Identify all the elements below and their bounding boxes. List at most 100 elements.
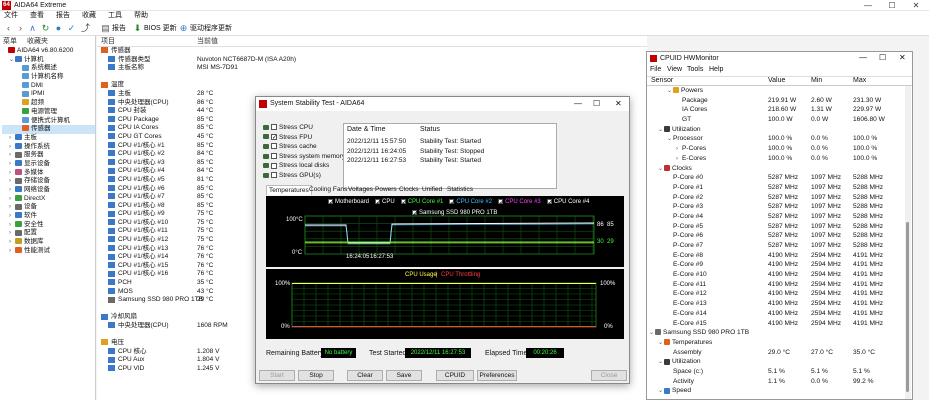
tree-item[interactable]: › 操作系统	[2, 143, 95, 152]
hwm-close-button[interactable]: ✕	[899, 53, 906, 62]
stress-option[interactable]: Stress system memory	[263, 152, 347, 162]
clear-button[interactable]: Clear	[347, 370, 383, 381]
tree-item[interactable]: › 性能测试	[2, 247, 95, 256]
legend-checkbox[interactable]	[375, 199, 381, 204]
stress-option[interactable]: Stress CPU	[263, 123, 347, 133]
hwm-minimize-button[interactable]: —	[859, 53, 867, 62]
menu-favorites[interactable]: 收藏	[82, 11, 96, 21]
report-icon[interactable]: ▤	[100, 23, 111, 34]
tab-powers[interactable]: Powers	[375, 185, 397, 195]
menu-tools[interactable]: 工具	[108, 11, 122, 21]
legend-checkbox[interactable]	[400, 199, 406, 204]
refresh-icon[interactable]: ↻	[40, 23, 51, 34]
tree-item[interactable]: 超频	[2, 99, 95, 108]
hwm-sensor-row[interactable]: E-Core #12 4190 MHz 2594 MHz 4191 MHz	[649, 289, 904, 299]
report-button[interactable]: 报告	[112, 23, 126, 34]
up-icon[interactable]: ∧	[27, 23, 38, 34]
legend-checkbox[interactable]	[449, 199, 455, 204]
chart-icon[interactable]: ✓	[66, 23, 77, 34]
hwm-sensor-row[interactable]: P-Core #0 5287 MHz 1097 MHz 5288 MHz	[649, 173, 904, 183]
hwm-sensor-row[interactable]: P-Core #2 5287 MHz 1097 MHz 5288 MHz	[649, 193, 904, 203]
close-button[interactable]: ✕	[904, 0, 928, 11]
ssd-legend-checkbox[interactable]	[412, 210, 417, 215]
tree-item[interactable]: DMI	[2, 82, 95, 91]
hwm-sensor-row[interactable]: ⌄ Clocks	[649, 164, 904, 174]
stress-option[interactable]: Stress cache	[263, 142, 347, 152]
hwm-col-value[interactable]: Value	[768, 77, 785, 84]
legend-entry[interactable]: CPU Core #2	[449, 199, 492, 205]
hwm-sensor-row[interactable]: E-Core #11 4190 MHz 2594 MHz 4191 MHz	[649, 280, 904, 290]
tree-item[interactable]: › 数据库	[2, 238, 95, 247]
stress-checkbox[interactable]	[271, 162, 277, 169]
tree-item[interactable]: 计算机名称	[2, 73, 95, 82]
tree-item[interactable]: › 服务器	[2, 151, 95, 160]
driver-update-button[interactable]: 驱动程序更新	[190, 23, 232, 34]
stress-option[interactable]: Stress local disks	[263, 161, 347, 171]
tree-item[interactable]: 电源管理	[2, 108, 95, 117]
hwm-sensor-row[interactable]: E-Core #13 4190 MHz 2594 MHz 4191 MHz	[649, 299, 904, 309]
sensor-group[interactable]: 温度	[101, 81, 641, 90]
hwm-sensor-row[interactable]: ⌄ Utilization	[649, 357, 904, 367]
tree-item[interactable]: › 存储设备	[2, 177, 95, 186]
stress-checkbox[interactable]	[271, 143, 277, 150]
tree-item[interactable]: 系统概述	[2, 64, 95, 73]
hwm-sensor-row[interactable]: ⌄ Samsung SSD 980 PRO 1TB	[649, 328, 904, 338]
tab-statistics[interactable]: Statistics	[447, 185, 473, 195]
column-header-value[interactable]: 当前值	[197, 37, 218, 46]
sensor-group[interactable]: 传感器	[101, 47, 641, 56]
cpuid-button[interactable]: CPUID	[436, 370, 474, 381]
log-row[interactable]: 2022/12/11 16:24:05 Stability Test: Stopp…	[347, 147, 555, 157]
bios-download-icon[interactable]: ⬇	[132, 23, 143, 34]
tab-temperatures[interactable]: Temperatures	[266, 185, 312, 195]
hwm-sensor-row[interactable]: IA Cores 218.60 W 1.31 W 229.97 W	[649, 105, 904, 115]
stress-checkbox[interactable]	[271, 124, 277, 131]
hwm-col-min[interactable]: Min	[811, 77, 822, 84]
log-header-status[interactable]: Status	[420, 126, 440, 133]
stress-checkbox[interactable]	[271, 153, 277, 160]
tree-item[interactable]: › 主板	[2, 134, 95, 143]
menu-view[interactable]: 查看	[30, 11, 44, 21]
hwm-sensor-row[interactable]: Space (c:) 5.1 % 5.1 % 5.1 %	[649, 367, 904, 377]
legend-entry[interactable]: Motherboard	[328, 199, 369, 205]
start-button[interactable]: Start	[259, 370, 295, 381]
legend-entry[interactable]: CPU	[375, 199, 395, 205]
tab-clocks[interactable]: Clocks	[399, 185, 419, 195]
bios-update-button[interactable]: BIOS 更新	[144, 23, 177, 34]
tree-item[interactable]: › DirectX	[2, 195, 95, 204]
minimize-button[interactable]: —	[856, 0, 880, 11]
hwm-sensor-row[interactable]: ⌄ Powers	[649, 86, 904, 96]
hwm-col-max[interactable]: Max	[853, 77, 866, 84]
hwm-sensor-row[interactable]: E-Core #14 4190 MHz 2594 MHz 4191 MHz	[649, 309, 904, 319]
sst-minimize-button[interactable]: —	[574, 99, 582, 108]
hwm-sensor-row[interactable]: Activity 1.1 % 0.0 % 99.2 %	[649, 377, 904, 387]
hwm-menu-help[interactable]: Help	[709, 66, 723, 73]
legend-entry[interactable]: CPU Core #4	[546, 199, 589, 205]
stress-option[interactable]: Stress GPU(s)	[263, 171, 347, 181]
preferences-button[interactable]: Preferences	[477, 370, 517, 381]
tab-unified[interactable]: Unified	[422, 185, 442, 195]
log-row[interactable]: 2022/12/11 16:27:53 Stability Test: Start…	[347, 156, 555, 166]
log-header-date[interactable]: Date & Time	[347, 126, 386, 133]
hwm-maximize-button[interactable]: ☐	[879, 53, 886, 62]
hwm-sensor-row[interactable]: › E-Cores 100.0 % 0.0 % 100.0 %	[649, 154, 904, 164]
tree-item[interactable]: › 配置	[2, 229, 95, 238]
legend-entry[interactable]: CPU Core #1	[400, 199, 443, 205]
tree-item[interactable]: › 软件	[2, 212, 95, 221]
close-dialog-button[interactable]: Close	[591, 370, 627, 381]
hwm-menu-tools[interactable]: Tools	[687, 66, 703, 73]
tree-item[interactable]: › 设备	[2, 203, 95, 212]
hwm-sensor-row[interactable]: P-Core #1 5287 MHz 1097 MHz 5288 MHz	[649, 183, 904, 193]
tree-item[interactable]: 便携式计算机	[2, 117, 95, 126]
hwm-sensor-row[interactable]: ⌄ Utilization	[649, 125, 904, 135]
save-button[interactable]: Save	[386, 370, 422, 381]
hwm-sensor-row[interactable]: E-Core #15 4190 MHz 2594 MHz 4191 MHz	[649, 319, 904, 329]
hwm-sensor-row[interactable]: Package 219.91 W 2.60 W 231.30 W	[649, 96, 904, 106]
legend-checkbox[interactable]	[546, 199, 552, 204]
hwm-sensor-row[interactable]: E-Core #8 4190 MHz 2594 MHz 4191 MHz	[649, 251, 904, 261]
sensor-row[interactable]: 主板名称 MSI MS-7D91	[101, 64, 641, 73]
hwm-sensor-row[interactable]: E-Core #9 4190 MHz 2594 MHz 4191 MHz	[649, 260, 904, 270]
maximize-button[interactable]: ☐	[880, 0, 904, 11]
forward-icon[interactable]: ›	[15, 23, 26, 34]
tab-cooling-fans[interactable]: Cooling Fans	[309, 185, 347, 195]
hwm-sensor-row[interactable]: GT 100.0 W 0.0 W 1606.80 W	[649, 115, 904, 125]
